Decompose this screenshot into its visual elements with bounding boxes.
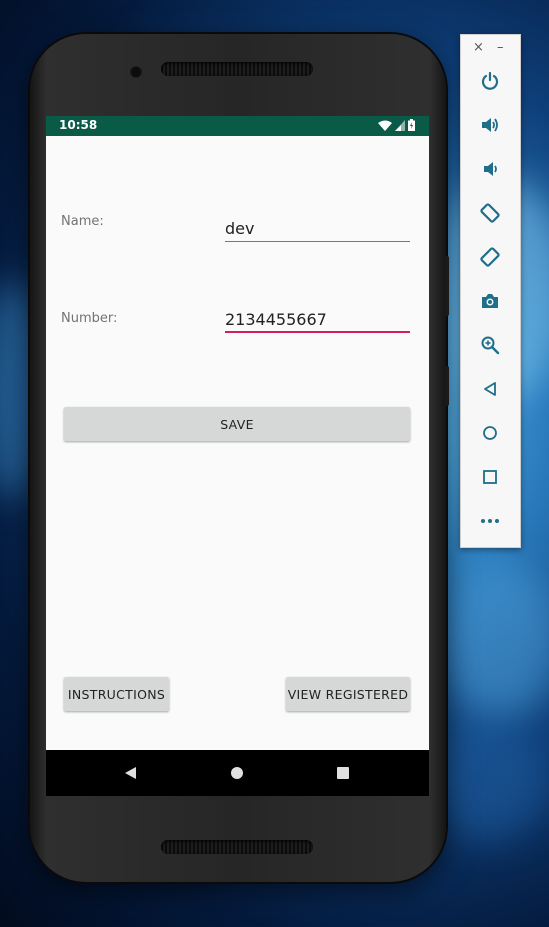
zoom-icon[interactable]	[478, 333, 502, 357]
status-time: 10:58	[59, 118, 98, 132]
instructions-button[interactable]: INSTRUCTIONS	[64, 677, 169, 711]
bottom-speaker	[161, 840, 313, 854]
view-registered-button[interactable]: VIEW REGISTERED	[286, 677, 410, 711]
app-screen: 10:58 Name: dev Number: 2134455667 SAVE …	[46, 116, 429, 796]
name-field-underline	[225, 241, 410, 242]
status-bar: 10:58	[46, 116, 429, 136]
number-field-underline	[225, 331, 410, 333]
power-side-button	[445, 256, 449, 316]
minimize-icon[interactable]: –	[497, 41, 504, 55]
volume-down-icon[interactable]	[478, 157, 502, 181]
number-field-value: 2134455667	[225, 310, 327, 329]
rotate-left-icon[interactable]	[478, 201, 502, 225]
close-icon[interactable]: ×	[473, 41, 484, 55]
camera-icon[interactable]	[478, 289, 502, 313]
name-label: Name:	[61, 214, 104, 229]
top-speaker	[161, 62, 313, 76]
navigation-bar	[46, 750, 429, 796]
emulator-toolbar: × –	[460, 34, 521, 548]
volume-up-icon[interactable]	[478, 113, 502, 137]
overview-icon[interactable]	[478, 465, 502, 489]
power-icon[interactable]	[478, 69, 502, 93]
back-icon[interactable]	[478, 377, 502, 401]
signal-icon	[395, 119, 405, 131]
battery-icon	[408, 119, 415, 131]
rotate-right-icon[interactable]	[478, 245, 502, 269]
more-icon[interactable]	[478, 509, 502, 533]
wifi-icon	[378, 120, 392, 131]
home-icon[interactable]	[478, 421, 502, 445]
nav-back-icon[interactable]	[121, 764, 139, 782]
name-field[interactable]: dev	[225, 218, 410, 242]
volume-side-button	[445, 366, 449, 406]
nav-recent-apps-icon[interactable]	[334, 764, 352, 782]
nav-home-icon[interactable]	[228, 764, 246, 782]
save-button[interactable]: SAVE	[64, 407, 410, 441]
front-camera	[130, 66, 142, 78]
name-field-value: dev	[225, 219, 255, 238]
number-field[interactable]: 2134455667	[225, 309, 410, 333]
number-label: Number:	[61, 311, 118, 326]
